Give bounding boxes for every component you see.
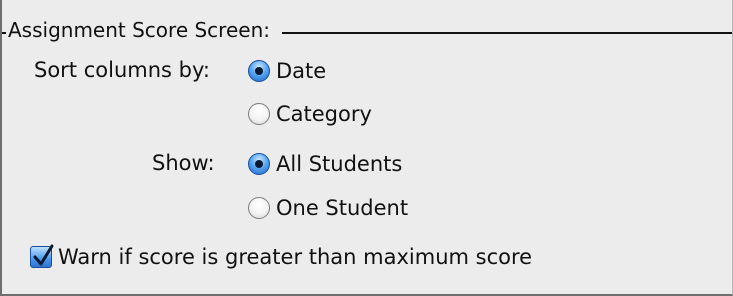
radio-selected-icon[interactable] bbox=[248, 153, 270, 175]
radio-show-all-students-label[interactable]: All Students bbox=[276, 150, 402, 178]
group-box-title: Assignment Score Screen: bbox=[6, 16, 282, 44]
radio-selected-icon[interactable] bbox=[248, 60, 270, 82]
sort-columns-label: Sort columns by: bbox=[34, 58, 210, 82]
warn-score-checkbox[interactable]: Warn if score is greater than maximum sc… bbox=[30, 243, 532, 271]
checkbox-checked-icon[interactable] bbox=[30, 244, 54, 268]
radio-sort-date[interactable]: Date bbox=[248, 57, 326, 85]
warn-score-label[interactable]: Warn if score is greater than maximum sc… bbox=[58, 243, 532, 271]
show-label: Show: bbox=[152, 151, 215, 175]
radio-show-all-students[interactable]: All Students bbox=[248, 150, 402, 178]
radio-sort-date-label[interactable]: Date bbox=[276, 57, 326, 85]
radio-show-one-student-label[interactable]: One Student bbox=[276, 194, 408, 222]
radio-unselected-icon[interactable] bbox=[248, 103, 270, 125]
radio-sort-category-label[interactable]: Category bbox=[276, 100, 372, 128]
preferences-panel: Assignment Score Screen: Sort columns by… bbox=[0, 0, 733, 296]
radio-show-one-student[interactable]: One Student bbox=[248, 194, 408, 222]
radio-unselected-icon[interactable] bbox=[248, 197, 270, 219]
radio-sort-category[interactable]: Category bbox=[248, 100, 372, 128]
